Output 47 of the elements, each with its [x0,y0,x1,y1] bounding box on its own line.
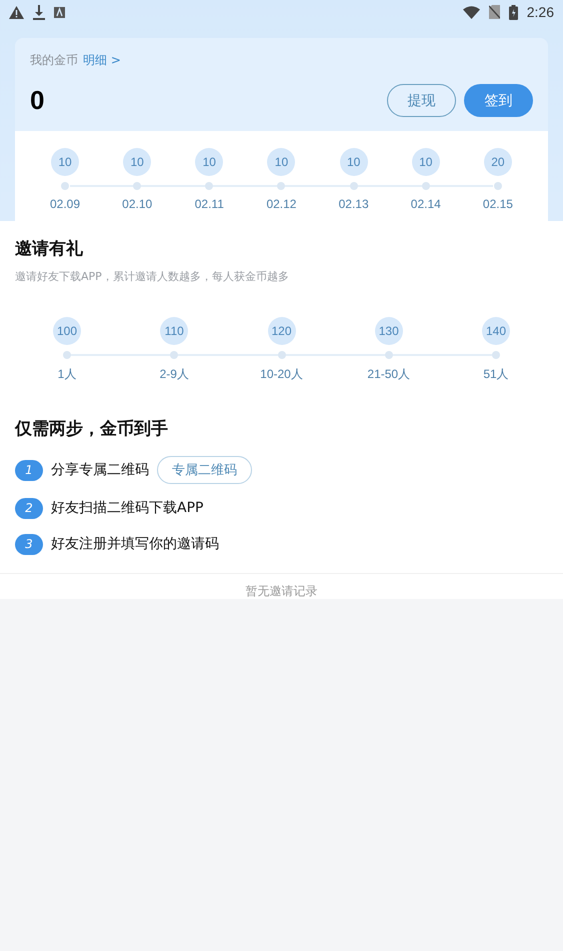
reward-badge: 110 [160,317,188,345]
qr-code-button[interactable]: 专属二维码 [157,456,252,484]
coin-amount: 0 [30,85,44,116]
warning-icon [9,6,24,18]
step-text: 好友注册并填写你的邀请码 [51,535,219,553]
reward-badge: 120 [268,317,296,345]
step-number: 3 [15,534,43,554]
wifi-icon [462,6,480,18]
timeline-label: 1人 [58,366,76,383]
timeline-label: 02.13 [338,197,369,211]
coin-label: 我的金币 [30,52,78,69]
timeline-label: 02.10 [122,197,152,211]
step-number: 1 [15,460,43,480]
reward-badge: 20 [484,148,512,176]
reward-badge: 10 [123,148,152,176]
step-text: 好友扫描二维码下载APP [51,499,204,517]
timeline-label: 02.14 [410,197,441,211]
reward-badge: 10 [340,148,368,176]
timeline-label: 02.15 [482,197,513,211]
timeline-label: 02.09 [50,197,80,211]
withdraw-button[interactable]: 提现 [387,84,456,117]
battery-icon [508,4,518,20]
reward-badge: 130 [374,317,403,345]
status-time: 2:26 [526,4,554,20]
reward-badge: 10 [267,148,296,176]
app-icon [54,6,65,18]
step-text: 分享专属二维码 [51,461,149,479]
no-sim-icon [488,5,500,19]
detail-link[interactable]: 明细 > [83,52,121,69]
section-subtitle: 邀请好友下载APP，累计邀请人数越多，每人获金币越多 [15,269,290,284]
step-number: 2 [15,498,43,518]
check-in-button[interactable]: 签到 [464,84,533,117]
reward-badge: 140 [482,317,510,345]
timeline-label: 02.11 [194,197,224,211]
empty-records-text: 暂无邀请记录 [0,573,563,612]
timeline-label: 51人 [483,366,509,383]
timeline-label: 2-9人 [160,366,189,383]
timeline-label: 21-50人 [367,366,410,383]
section-title: 邀请有礼 [15,238,84,260]
download-icon [33,4,45,20]
reward-badge: 100 [53,317,81,345]
timeline-label: 10-20人 [260,366,303,383]
reward-badge: 10 [195,148,224,176]
timeline-label: 02.12 [266,197,296,211]
reward-badge: 10 [412,148,440,176]
section-title: 仅需两步，金币到手 [15,418,169,440]
reward-badge: 10 [51,148,79,176]
